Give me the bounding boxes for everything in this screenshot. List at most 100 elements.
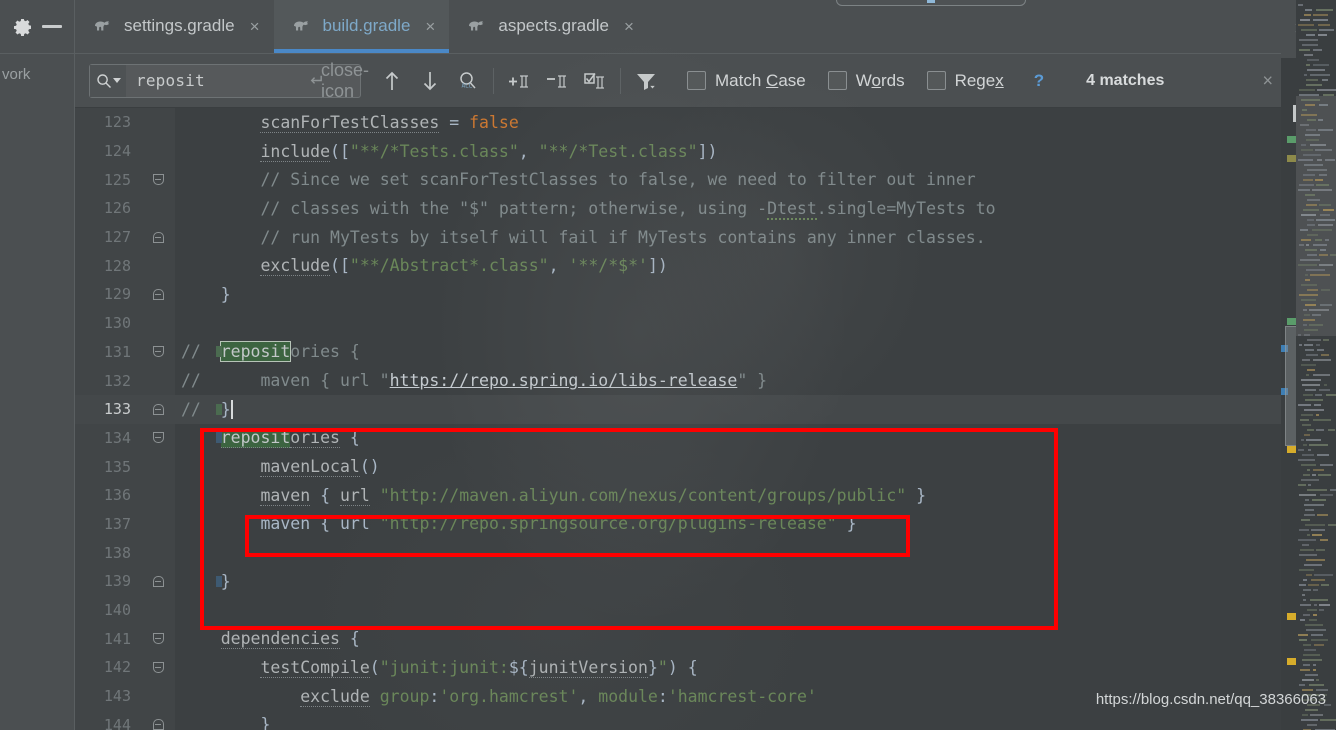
code-text[interactable]: exclude group:'org.hamcrest', module:'ha… bbox=[175, 686, 817, 707]
minimap-line bbox=[1320, 304, 1332, 306]
vcs-change-marker[interactable] bbox=[216, 403, 222, 415]
code-line[interactable]: 127 // run MyTests by itself will fail i… bbox=[75, 223, 1281, 252]
fold-marker-icon[interactable] bbox=[141, 346, 222, 358]
minimap-line bbox=[1303, 174, 1315, 176]
code-text[interactable]: repositories { bbox=[175, 428, 360, 449]
code-text[interactable]: maven { url "http://maven.aliyun.com/nex… bbox=[175, 485, 926, 506]
line-number: 143 bbox=[103, 687, 131, 706]
gear-icon[interactable] bbox=[13, 17, 33, 37]
match-case-option[interactable]: Match Case bbox=[687, 71, 806, 91]
clear-search-close-icon[interactable]: close-icon bbox=[321, 60, 369, 101]
code-text[interactable]: mavenLocal() bbox=[175, 457, 380, 478]
code-text[interactable]: } bbox=[175, 715, 270, 730]
code-line[interactable]: 134 repositories { bbox=[75, 424, 1281, 453]
tab-aspects-gradle[interactable]: aspects.gradle × bbox=[449, 0, 648, 53]
code-text[interactable]: scanForTestClasses = false bbox=[175, 112, 519, 133]
fold-marker-icon[interactable] bbox=[141, 231, 175, 243]
line-number: 126 bbox=[103, 199, 131, 218]
search-input[interactable]: reposit close-icon bbox=[89, 60, 369, 101]
minimap-line bbox=[1315, 394, 1322, 396]
search-mode-dropdown[interactable] bbox=[90, 64, 126, 97]
code-line[interactable]: 125 // Since we set scanForTestClasses t… bbox=[75, 165, 1281, 194]
regex-option[interactable]: Regex bbox=[926, 71, 1004, 91]
code-line[interactable]: 129 } bbox=[75, 280, 1281, 309]
minimap-line bbox=[1299, 49, 1310, 51]
code-line[interactable]: 128 exclude(["**/Abstract*.class", '**/*… bbox=[75, 251, 1281, 280]
close-icon[interactable]: × bbox=[624, 18, 634, 35]
match-case-checkbox[interactable] bbox=[687, 71, 706, 90]
magnifier-all-icon[interactable]: ALL bbox=[451, 64, 485, 98]
search-input-value[interactable]: reposit bbox=[126, 71, 300, 90]
code-text[interactable]: maven { url "http://repo.springsource.or… bbox=[175, 514, 856, 533]
code-text[interactable]: testCompile("junit:junit:${junitVersion}… bbox=[175, 657, 698, 678]
tab-settings-gradle[interactable]: settings.gradle × bbox=[75, 0, 274, 53]
code-text[interactable]: exclude(["**/Abstract*.class", '**/*$*']… bbox=[175, 256, 668, 277]
filter-icon[interactable] bbox=[629, 64, 663, 98]
fold-marker-icon[interactable] bbox=[141, 719, 175, 730]
code-line[interactable]: 123 scanForTestClasses = false bbox=[75, 108, 1281, 137]
code-editor[interactable]: 123 scanForTestClasses = false 124 includ… bbox=[75, 108, 1281, 730]
code-text[interactable]: // classes with the "$" pattern; otherwi… bbox=[175, 198, 996, 220]
code-text[interactable]: // } bbox=[175, 399, 233, 419]
vcs-change-marker[interactable] bbox=[216, 346, 222, 358]
arrow-down-icon[interactable] bbox=[413, 64, 447, 98]
fold-marker-icon[interactable] bbox=[141, 661, 175, 673]
arrow-up-icon[interactable] bbox=[375, 64, 409, 98]
code-line[interactable]: 136 maven { url "http://maven.aliyun.com… bbox=[75, 481, 1281, 510]
close-find-toolbar-icon[interactable]: × bbox=[1262, 70, 1273, 91]
minimap-line bbox=[1313, 49, 1322, 51]
minimap-line bbox=[1299, 639, 1307, 641]
code-lines[interactable]: 123 scanForTestClasses = false 124 includ… bbox=[75, 108, 1281, 730]
minimap-line bbox=[1299, 684, 1305, 686]
words-label: Words bbox=[855, 70, 905, 90]
fold-marker-icon[interactable] bbox=[141, 432, 222, 444]
minimap-line bbox=[1315, 149, 1332, 151]
code-text[interactable]: // run MyTests by itself will fail if My… bbox=[175, 228, 985, 247]
add-line-icon[interactable] bbox=[502, 64, 536, 98]
code-text[interactable]: } bbox=[175, 285, 231, 304]
fold-marker-icon[interactable] bbox=[141, 288, 175, 300]
minimize-icon[interactable] bbox=[41, 25, 62, 28]
regex-help-icon[interactable]: ? bbox=[1034, 71, 1044, 91]
code-text[interactable]: dependencies { bbox=[175, 629, 360, 650]
code-line[interactable]: 142 testCompile("junit:junit:${junitVers… bbox=[75, 653, 1281, 682]
remove-line-icon[interactable] bbox=[540, 64, 574, 98]
code-text[interactable]: include(["**/*Tests.class", "**/*Test.cl… bbox=[175, 141, 718, 162]
minimap-line bbox=[1306, 439, 1321, 441]
code-minimap[interactable] bbox=[1296, 0, 1336, 730]
code-text[interactable]: // Since we set scanForTestClasses to fa… bbox=[175, 170, 975, 189]
vcs-change-marker[interactable] bbox=[216, 432, 222, 444]
close-icon[interactable]: × bbox=[250, 18, 260, 35]
floating-widget-partial[interactable] bbox=[836, 0, 1026, 6]
fold-marker-icon[interactable] bbox=[141, 575, 222, 587]
code-line[interactable]: 130 bbox=[75, 309, 1281, 338]
code-text[interactable]: // maven { url "https://repo.spring.io/l… bbox=[175, 371, 767, 390]
checked-lines-icon[interactable] bbox=[578, 64, 612, 98]
code-line[interactable]: 126 // classes with the "$" pattern; oth… bbox=[75, 194, 1281, 223]
code-line[interactable]: 137 maven { url "http://repo.springsourc… bbox=[75, 510, 1281, 539]
code-text[interactable]: } bbox=[175, 572, 231, 591]
fold-marker-icon[interactable] bbox=[141, 174, 175, 186]
minimap-line bbox=[1319, 264, 1333, 266]
vcs-change-marker[interactable] bbox=[216, 575, 222, 587]
fold-marker-icon[interactable] bbox=[141, 633, 175, 645]
code-text[interactable]: // repositories { bbox=[175, 341, 360, 363]
code-line[interactable]: 132 // maven { url "https://repo.spring.i… bbox=[75, 366, 1281, 395]
code-line[interactable]: 139 } bbox=[75, 567, 1281, 596]
code-line[interactable]: 131 // repositories { bbox=[75, 338, 1281, 367]
code-line[interactable]: 135 mavenLocal() bbox=[75, 452, 1281, 481]
code-line[interactable]: 141 dependencies { bbox=[75, 624, 1281, 653]
minimap-line bbox=[1306, 129, 1316, 131]
minimap-line bbox=[1303, 644, 1311, 646]
close-icon[interactable]: × bbox=[425, 18, 435, 35]
code-line[interactable]: 144 } bbox=[75, 710, 1281, 730]
fold-marker-icon[interactable] bbox=[141, 403, 222, 415]
words-option[interactable]: Words bbox=[827, 70, 905, 91]
regex-checkbox[interactable] bbox=[926, 71, 946, 90]
code-line[interactable]: 124 include(["**/*Tests.class", "**/*Tes… bbox=[75, 137, 1281, 166]
code-line[interactable]: 140 bbox=[75, 596, 1281, 625]
code-line[interactable]: 138 bbox=[75, 538, 1281, 567]
words-checkbox[interactable] bbox=[827, 71, 847, 90]
tab-build-gradle[interactable]: build.gradle × bbox=[273, 0, 450, 53]
code-line[interactable]: 133 // } bbox=[75, 394, 1281, 424]
